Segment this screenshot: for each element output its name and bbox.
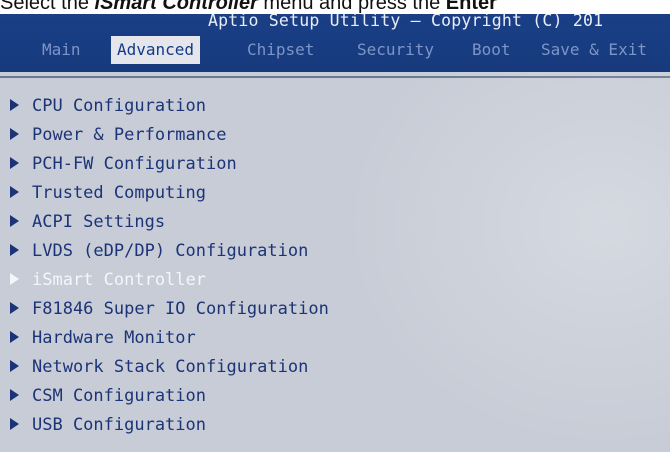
menu-item-pch-fw-configuration[interactable]: PCH-FW Configuration — [10, 152, 237, 176]
tab-save-exit[interactable]: Save & Exit — [541, 36, 647, 64]
menu-item-label: Hardware Monitor — [32, 328, 196, 348]
menu-item-trusted-computing[interactable]: Trusted Computing — [10, 181, 206, 205]
menu-item-label: LVDS (eDP/DP) Configuration — [32, 241, 309, 261]
menu-item-label: ACPI Settings — [32, 212, 166, 232]
menu-item-network-stack-configuration[interactable]: Network Stack Configuration — [10, 355, 308, 379]
menu-item-usb-configuration[interactable]: USB Configuration — [10, 413, 206, 437]
menu-item-acpi-settings[interactable]: ACPI Settings — [10, 210, 165, 234]
menu-item-csm-configuration[interactable]: CSM Configuration — [10, 384, 206, 408]
menu-item-power-performance[interactable]: Power & Performance — [10, 123, 226, 147]
menu-item-label: USB Configuration — [32, 415, 206, 435]
bios-screen: Aptio Setup Utility – Copyright (C) 201 … — [0, 14, 670, 452]
menu-item-label: iSmart Controller — [32, 270, 206, 290]
header-divider — [0, 76, 670, 78]
caption-emphasis: iSmart Controller — [94, 0, 258, 14]
menu-item-cpu-configuration[interactable]: CPU Configuration — [10, 94, 206, 118]
caption-prefix: Select the — [0, 0, 95, 14]
menu-item-label: CSM Configuration — [32, 386, 206, 406]
submenu-arrow-icon — [10, 360, 19, 372]
menu-item-label: F81846 Super IO Configuration — [32, 299, 329, 319]
menu-item-label: PCH-FW Configuration — [32, 154, 237, 174]
bios-header: Aptio Setup Utility – Copyright (C) 201 … — [0, 14, 670, 72]
submenu-arrow-icon — [10, 99, 19, 111]
submenu-arrow-icon — [10, 389, 19, 401]
caption-key: Enter — [445, 0, 497, 14]
submenu-arrow-icon — [10, 418, 19, 430]
bios-title: Aptio Setup Utility – Copyright (C) 201 — [208, 14, 604, 30]
menu-item-label: Power & Performance — [32, 125, 227, 145]
menu-item-super-io-configuration[interactable]: F81846 Super IO Configuration — [10, 297, 329, 321]
tab-boot[interactable]: Boot — [472, 36, 511, 64]
submenu-arrow-icon — [10, 273, 19, 285]
tab-security[interactable]: Security — [357, 36, 434, 64]
submenu-arrow-icon — [10, 331, 19, 343]
menu-item-label: Network Stack Configuration — [32, 357, 309, 377]
menu-item-hardware-monitor[interactable]: Hardware Monitor — [10, 326, 196, 350]
submenu-arrow-icon — [10, 128, 19, 140]
menu-item-label: Trusted Computing — [32, 183, 206, 203]
submenu-arrow-icon — [10, 215, 19, 227]
caption-middle: menu and press the — [257, 0, 446, 14]
tab-main[interactable]: Main — [42, 36, 81, 64]
submenu-arrow-icon — [10, 302, 19, 314]
menu-item-lvds-configuration[interactable]: LVDS (eDP/DP) Configuration — [10, 239, 308, 263]
tab-chipset[interactable]: Chipset — [247, 36, 314, 64]
submenu-arrow-icon — [10, 186, 19, 198]
menu-item-ismart-controller[interactable]: iSmart Controller — [10, 268, 206, 292]
tab-advanced[interactable]: Advanced — [111, 36, 201, 64]
menu-item-label: CPU Configuration — [32, 96, 206, 116]
submenu-arrow-icon — [10, 157, 19, 169]
screen-glare — [340, 72, 670, 452]
submenu-arrow-icon — [10, 244, 19, 256]
